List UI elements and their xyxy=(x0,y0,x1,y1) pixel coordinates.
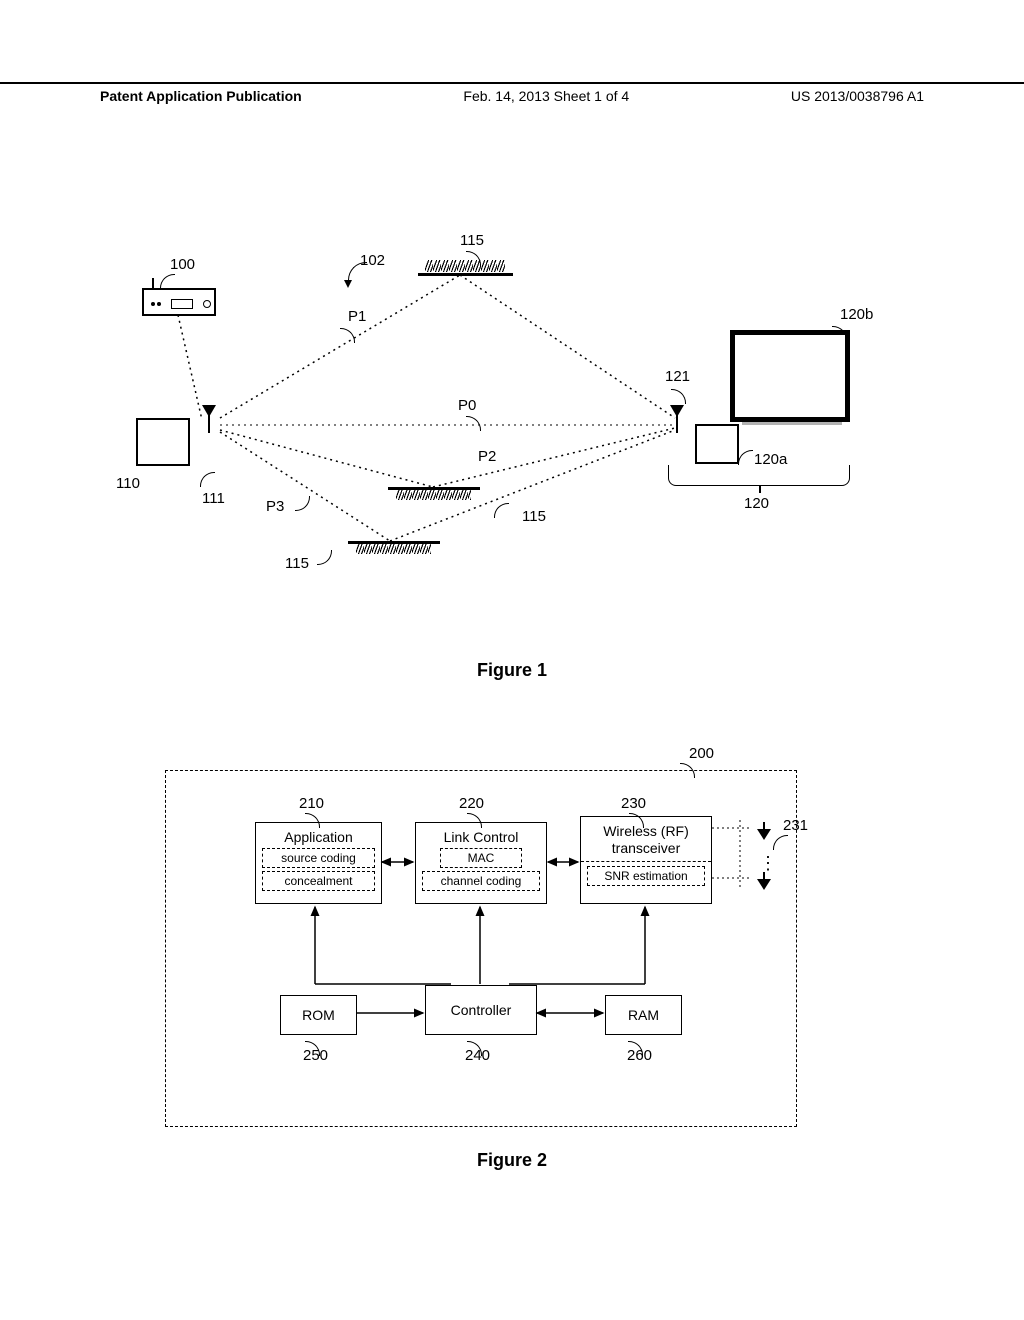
label-230: 230 xyxy=(621,795,646,812)
label-120b: 120b xyxy=(840,306,873,323)
channel-coding-sub: channel coding xyxy=(422,871,540,891)
snr-estimation-sub: SNR estimation xyxy=(587,866,705,886)
label-120: 120 xyxy=(744,495,769,512)
bracket-120 xyxy=(668,465,850,486)
publication-type: Patent Application Publication xyxy=(100,88,302,104)
antenna-ellipsis: ⋮ xyxy=(759,853,777,874)
antenna-121-icon xyxy=(670,405,684,431)
label-110: 110 xyxy=(116,475,140,492)
figure-2: 200 Application source coding concealmen… xyxy=(165,745,885,1125)
label-115-top: 115 xyxy=(460,232,484,249)
label-111: 111 xyxy=(202,490,225,507)
label-100: 100 xyxy=(170,256,195,273)
label-P2: P2 xyxy=(478,448,496,465)
link-control-module-220: Link Control MAC channel coding xyxy=(415,822,547,904)
label-121: 121 xyxy=(665,368,690,385)
figure-2-caption: Figure 2 xyxy=(0,1150,1024,1171)
rom-module: ROM xyxy=(280,995,357,1035)
concealment-sub: concealment xyxy=(262,871,375,891)
label-115-bot: 115 xyxy=(285,555,309,572)
receiver-box-120a xyxy=(695,424,739,464)
mac-sub: MAC xyxy=(440,848,522,868)
figure-1-caption: Figure 1 xyxy=(0,660,1024,681)
label-210: 210 xyxy=(299,795,324,812)
label-P3: P3 xyxy=(266,498,284,515)
tv-base xyxy=(742,417,842,425)
transmitter-box-110 xyxy=(136,418,190,466)
application-title: Application xyxy=(256,829,381,845)
date-sheet: Feb. 14, 2013 Sheet 1 of 4 xyxy=(463,88,629,104)
antenna-111-icon xyxy=(202,405,216,431)
label-220: 220 xyxy=(459,795,484,812)
controller-module: Controller xyxy=(425,985,537,1035)
tv-screen-120b xyxy=(730,330,850,422)
page-header: Patent Application Publication Feb. 14, … xyxy=(0,82,1024,104)
figure-1: 100 110 111 120b 120a 121 115 115 115 P0… xyxy=(140,200,890,640)
publication-number: US 2013/0038796 A1 xyxy=(791,88,924,104)
application-module-210: Application source coding concealment xyxy=(255,822,382,904)
link-control-title: Link Control xyxy=(416,829,546,845)
rf-transceiver-module-230: Wireless (RF) transceiver SNR estimation xyxy=(580,816,712,904)
ram-module: RAM xyxy=(605,995,682,1035)
reflector-top xyxy=(425,260,505,272)
label-115-mid: 115 xyxy=(522,508,546,525)
media-device-100 xyxy=(142,288,216,316)
label-P0: P0 xyxy=(458,397,476,414)
antenna-231-bottom-icon xyxy=(758,880,770,890)
label-231: 231 xyxy=(783,817,808,834)
antenna-231-top-icon xyxy=(758,830,770,840)
label-P1: P1 xyxy=(348,308,366,325)
label-200: 200 xyxy=(689,745,714,762)
source-coding-sub: source coding xyxy=(262,848,375,868)
rf-title: Wireless (RF) transceiver xyxy=(581,823,711,857)
